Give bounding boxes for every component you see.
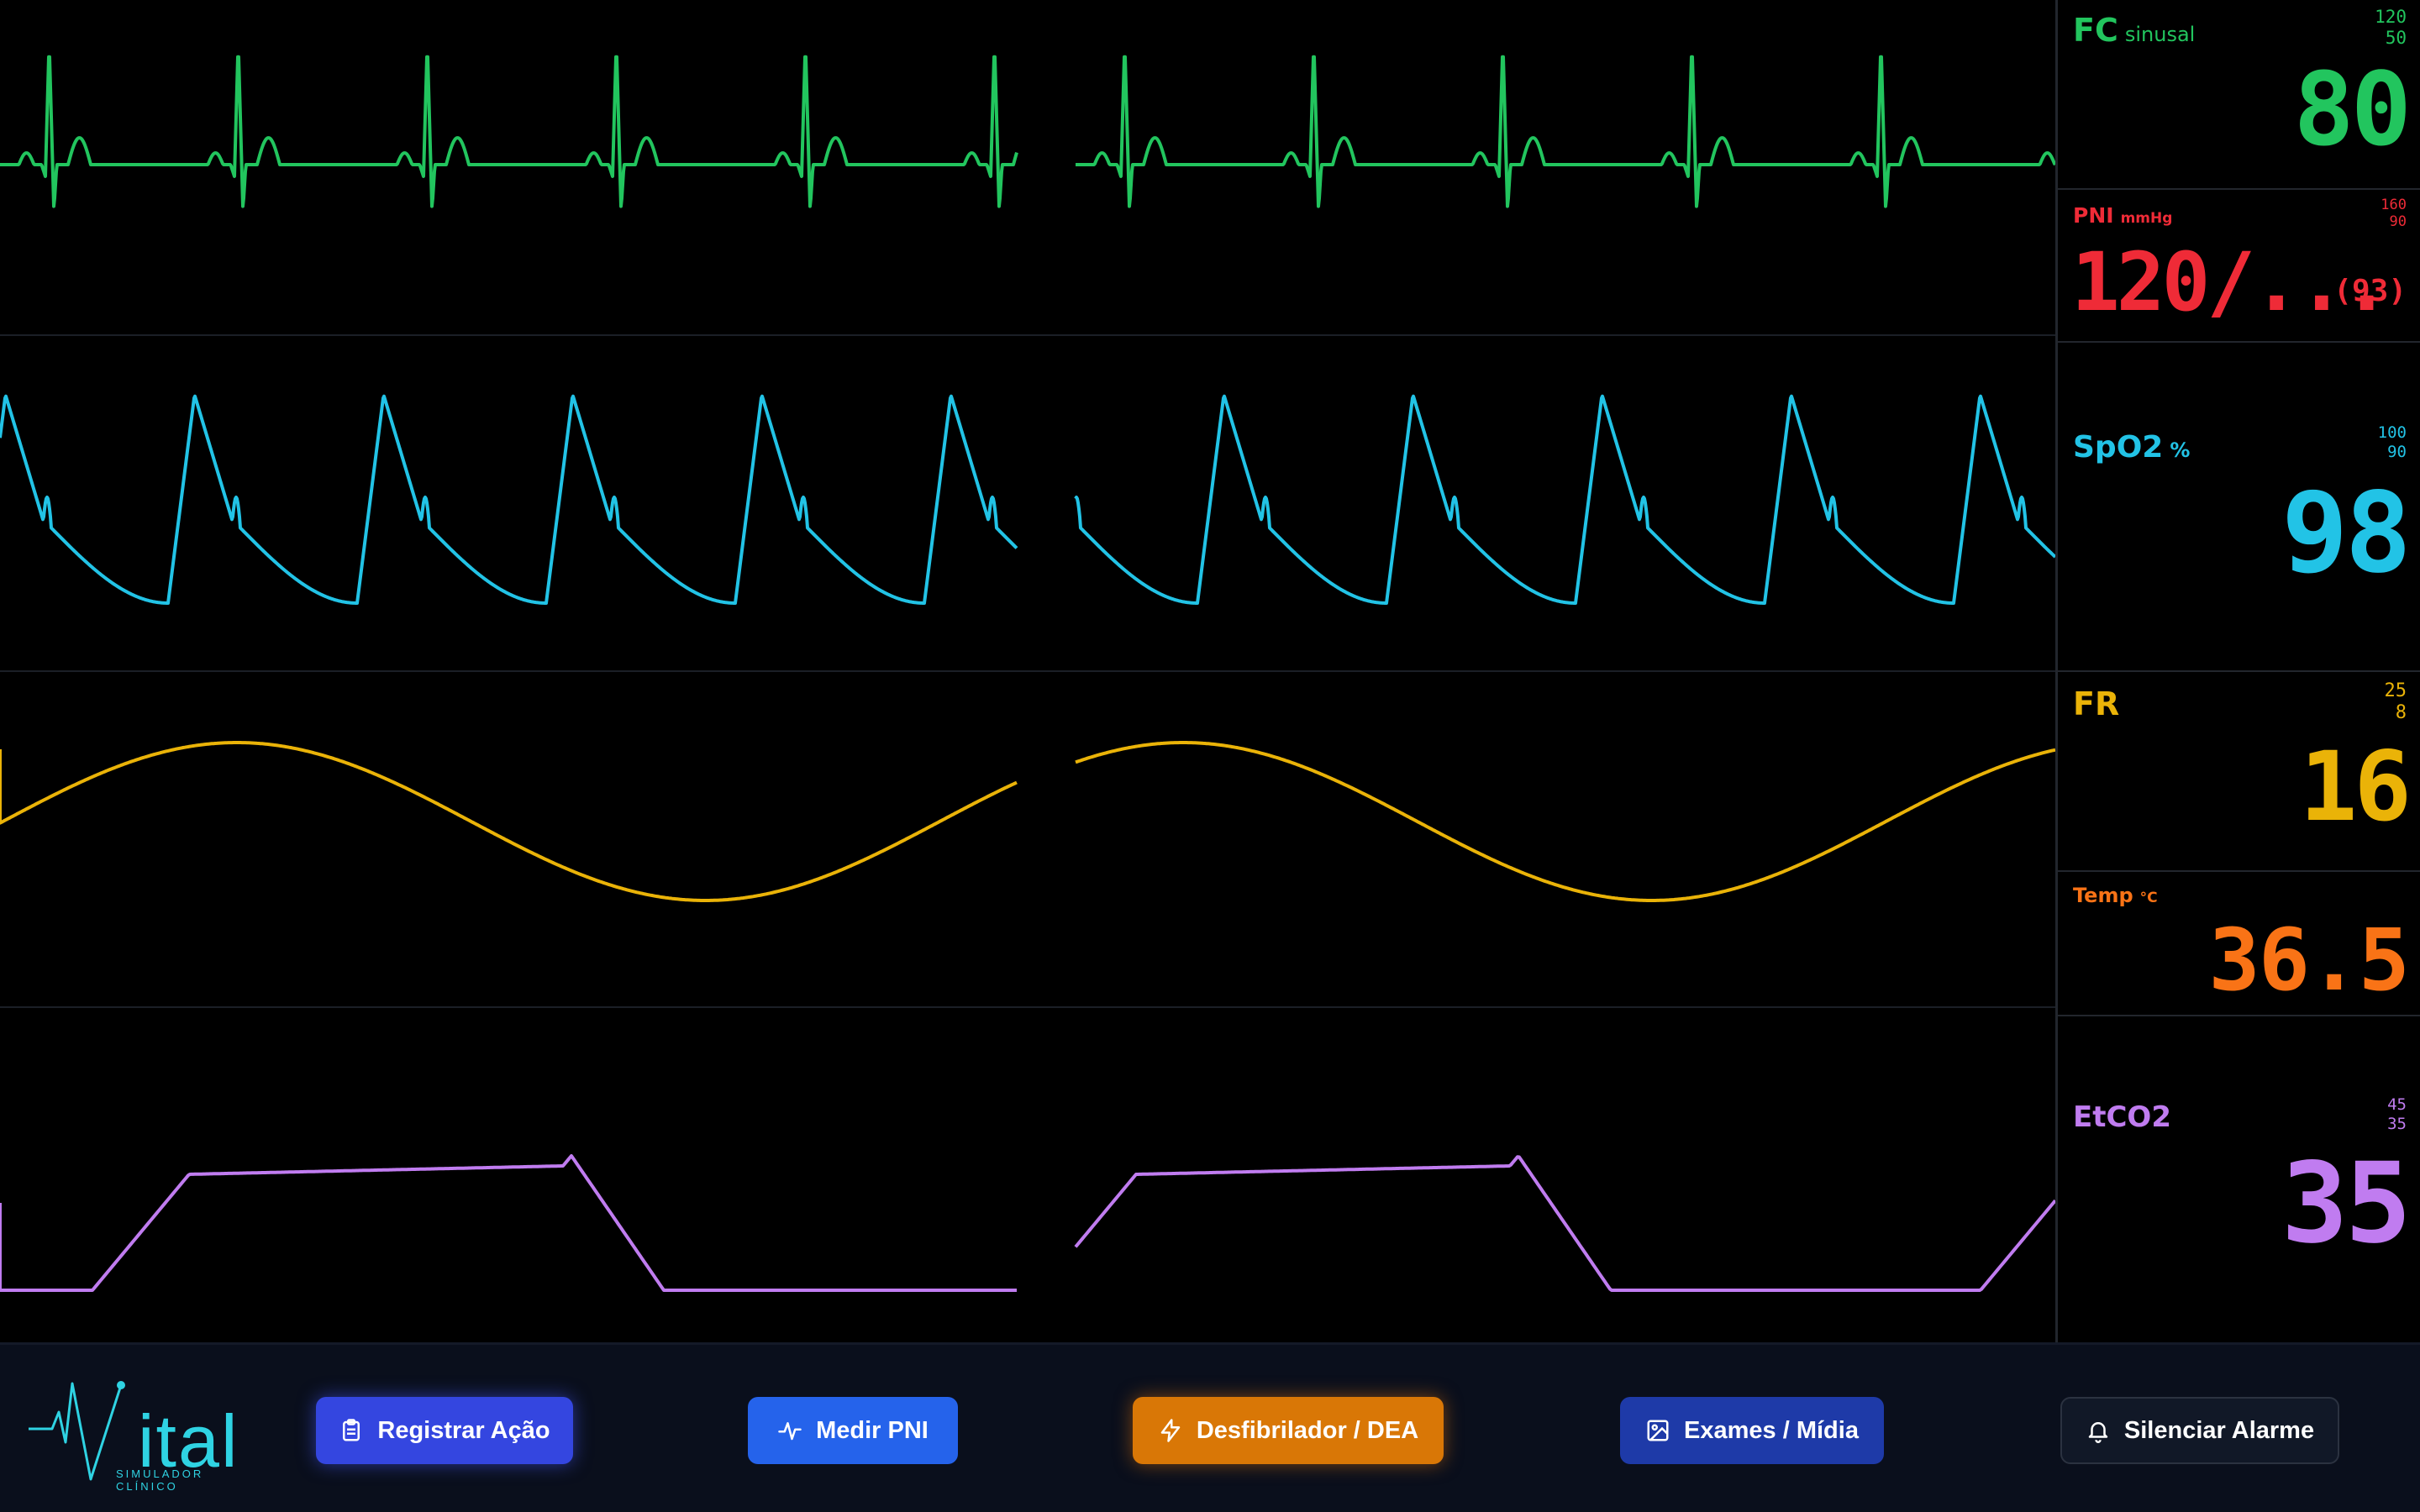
desfibrilador-label: Desfibrilador / DEA: [1196, 1416, 1419, 1444]
vital-etco2: EtCO2 45 35 35: [2058, 1016, 2420, 1342]
image-icon: [1647, 1420, 1669, 1441]
temp-unit: °C: [2139, 890, 2158, 906]
footer-toolbar: ital SIMULADOR CLÍNICO Registrar Ação Me…: [0, 1342, 2420, 1512]
medir-pni-button[interactable]: Medir PNI: [748, 1397, 958, 1464]
fc-rhythm: sinusal: [2124, 23, 2196, 46]
fr-value: 16: [2299, 731, 2412, 843]
pulse-icon: [778, 1422, 802, 1441]
logo-subtitle: SIMULADOR CLÍNICO: [116, 1467, 204, 1493]
temp-value: 36.5: [2208, 911, 2410, 1011]
spo2-low-limit: 90: [2387, 442, 2407, 461]
medir-pni-label: Medir PNI: [816, 1416, 929, 1444]
ecg-waveform: [0, 55, 2055, 208]
spo2-high-limit: 100: [2377, 423, 2407, 442]
spo2-unit: %: [2170, 438, 2191, 462]
pni-label: PNI: [2073, 203, 2114, 228]
capnography-waveform: [0, 1154, 2055, 1292]
lightning-icon: [1160, 1419, 1181, 1442]
fc-label: FC: [2073, 12, 2118, 49]
registrar-acao-label: Registrar Ação: [377, 1416, 550, 1444]
vital-fr: FR 25 8 16: [2058, 672, 2420, 872]
fr-high-limit: 25: [2384, 680, 2407, 701]
spo2-label: SpO2: [2073, 430, 2164, 465]
waveform-divider: [0, 334, 2055, 336]
fc-value: 80: [2293, 52, 2412, 169]
registrar-acao-button[interactable]: Registrar Ação: [316, 1397, 573, 1464]
pni-mean: (93): [2333, 274, 2407, 308]
vital-logo: ital SIMULADOR CLÍNICO: [29, 1377, 255, 1493]
waveform-divider: [0, 670, 2055, 672]
etco2-high-limit: 45: [2387, 1095, 2407, 1114]
silenciar-alarme-button[interactable]: Silenciar Alarme: [2060, 1397, 2339, 1464]
fc-high-limit: 120: [2375, 7, 2407, 27]
vital-spo2: SpO2% 100 90 98: [2058, 343, 2420, 672]
temp-label: Temp: [2073, 884, 2133, 907]
vital-pni: PNI mmHg 160 90 120/... (93): [2058, 190, 2420, 343]
exames-midia-label: Exames / Mídia: [1684, 1416, 1859, 1444]
vital-fc: FC sinusal 120 50 80: [2058, 0, 2420, 190]
etco2-label: EtCO2: [2073, 1100, 2171, 1134]
etco2-value: 35: [2281, 1139, 2412, 1268]
exames-midia-button[interactable]: Exames / Mídia: [1620, 1397, 1884, 1464]
vital-temp: Temp °C 36.5: [2058, 872, 2420, 1016]
silenciar-alarme-label: Silenciar Alarme: [2123, 1416, 2315, 1444]
spo2-value: 98: [2281, 469, 2412, 598]
pni-unit: mmHg: [2120, 210, 2173, 227]
spo2-pleth-waveform: [0, 394, 2055, 605]
pni-low-limit: 90: [2389, 213, 2407, 231]
clipboard-icon: [343, 1419, 360, 1441]
respiration-waveform: [0, 741, 2055, 902]
fc-low-limit: 50: [2385, 28, 2407, 49]
pni-high-limit: 160: [2381, 197, 2407, 213]
vitals-panel: FC sinusal 120 50 80 PNI mmHg 160 90 120/.…: [2055, 0, 2420, 1342]
bell-icon: [2088, 1422, 2108, 1443]
waveform-divider: [0, 1006, 2055, 1008]
fr-low-limit: 8: [2395, 702, 2407, 724]
fr-label: FR: [2073, 685, 2120, 722]
etco2-low-limit: 35: [2387, 1114, 2407, 1133]
desfibrilador-button[interactable]: Desfibrilador / DEA: [1133, 1397, 1444, 1464]
